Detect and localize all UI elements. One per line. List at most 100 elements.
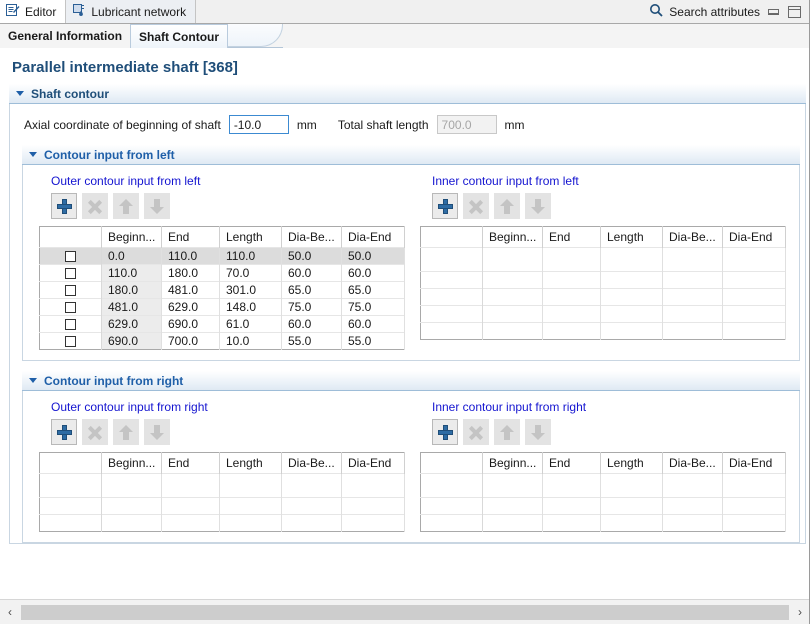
cell-end[interactable]: 180.0	[162, 265, 220, 282]
cell-length[interactable]: 301.0	[220, 282, 282, 299]
cell-empty[interactable]	[162, 515, 220, 532]
search-attributes-button[interactable]: Search attributes	[641, 0, 768, 23]
checkbox-icon[interactable]	[65, 268, 76, 279]
outer-contour-right-table[interactable]: Beginn... End Length Dia-Be... Dia-End	[39, 452, 405, 532]
cell-empty[interactable]	[543, 248, 601, 272]
cell-empty[interactable]	[723, 248, 786, 272]
cell-empty[interactable]	[723, 498, 786, 515]
cell-empty[interactable]	[543, 515, 601, 532]
cell-dia-end[interactable]: 60.0	[342, 316, 405, 333]
cell-dia-end[interactable]: 75.0	[342, 299, 405, 316]
cell-empty[interactable]	[543, 306, 601, 323]
cell-empty[interactable]	[102, 515, 162, 532]
cell-empty[interactable]	[483, 474, 543, 498]
cell-empty[interactable]	[421, 306, 483, 323]
cell-dia-end[interactable]: 65.0	[342, 282, 405, 299]
cell-empty[interactable]	[663, 515, 723, 532]
cell-empty[interactable]	[102, 498, 162, 515]
add-row-button[interactable]	[51, 193, 77, 219]
cell-length[interactable]: 110.0	[220, 248, 282, 265]
cell-empty[interactable]	[421, 474, 483, 498]
cell-dia-end[interactable]: 50.0	[342, 248, 405, 265]
column-header-end[interactable]: End	[162, 227, 220, 248]
checkbox-icon[interactable]	[65, 302, 76, 313]
cell-empty[interactable]	[663, 306, 723, 323]
scroll-left-arrow-icon[interactable]: ‹	[0, 601, 20, 623]
scrollbar-thumb[interactable]	[21, 605, 789, 620]
cell-length[interactable]: 61.0	[220, 316, 282, 333]
column-header-dia-end[interactable]: Dia-End	[342, 227, 405, 248]
column-header-dia-end[interactable]: Dia-End	[723, 227, 786, 248]
table-row-empty[interactable]	[421, 515, 786, 532]
scroll-right-arrow-icon[interactable]: ›	[790, 601, 810, 623]
table-row[interactable]: 629.0690.061.060.060.0	[40, 316, 405, 333]
column-header-beginning[interactable]: Beginn...	[102, 227, 162, 248]
cell-empty[interactable]	[663, 272, 723, 289]
checkbox-icon[interactable]	[65, 319, 76, 330]
cell-dia-end[interactable]: 55.0	[342, 333, 405, 350]
checkbox-icon[interactable]	[65, 251, 76, 262]
cell-empty[interactable]	[483, 248, 543, 272]
section-contour-right-header[interactable]: Contour input from right	[22, 371, 800, 391]
cell-empty[interactable]	[601, 272, 663, 289]
cell-empty[interactable]	[162, 474, 220, 498]
cell-empty[interactable]	[663, 474, 723, 498]
inner-contour-left-table[interactable]: Beginn... End Length Dia-Be... Dia-End	[420, 226, 786, 340]
cell-empty[interactable]	[342, 474, 405, 498]
table-row-empty[interactable]	[421, 248, 786, 272]
checkbox-icon[interactable]	[65, 285, 76, 296]
cell-empty[interactable]	[220, 474, 282, 498]
cell-empty[interactable]	[601, 289, 663, 306]
table-row-empty[interactable]	[40, 515, 405, 532]
row-checkbox-cell[interactable]	[40, 316, 102, 333]
cell-dia-beginning[interactable]: 75.0	[282, 299, 342, 316]
cell-end[interactable]: 481.0	[162, 282, 220, 299]
cell-empty[interactable]	[723, 323, 786, 340]
table-row[interactable]: 690.0700.010.055.055.0	[40, 333, 405, 350]
cell-empty[interactable]	[543, 498, 601, 515]
cell-empty[interactable]	[483, 289, 543, 306]
column-header-select[interactable]	[421, 453, 483, 474]
cell-empty[interactable]	[601, 306, 663, 323]
cell-end[interactable]: 110.0	[162, 248, 220, 265]
cell-empty[interactable]	[601, 474, 663, 498]
chevron-down-icon[interactable]	[29, 152, 37, 157]
column-header-length[interactable]: Length	[601, 227, 663, 248]
section-contour-left-header[interactable]: Contour input from left	[22, 145, 800, 165]
table-row-empty[interactable]	[421, 323, 786, 340]
cell-empty[interactable]	[543, 289, 601, 306]
cell-beginning[interactable]: 481.0	[102, 299, 162, 316]
cell-empty[interactable]	[483, 515, 543, 532]
column-header-dia-beginning[interactable]: Dia-Be...	[663, 453, 723, 474]
cell-beginning[interactable]: 110.0	[102, 265, 162, 282]
cell-empty[interactable]	[601, 498, 663, 515]
cell-empty[interactable]	[220, 515, 282, 532]
row-checkbox-cell[interactable]	[40, 265, 102, 282]
column-header-beginning[interactable]: Beginn...	[483, 227, 543, 248]
cell-empty[interactable]	[663, 498, 723, 515]
add-row-button[interactable]	[432, 193, 458, 219]
row-checkbox-cell[interactable]	[40, 248, 102, 265]
column-header-select[interactable]	[40, 453, 102, 474]
cell-dia-beginning[interactable]: 60.0	[282, 316, 342, 333]
cell-end[interactable]: 629.0	[162, 299, 220, 316]
cell-empty[interactable]	[483, 498, 543, 515]
cell-empty[interactable]	[723, 515, 786, 532]
cell-empty[interactable]	[421, 498, 483, 515]
view-tab-editor[interactable]: Editor	[0, 0, 66, 23]
cell-length[interactable]: 10.0	[220, 333, 282, 350]
cell-dia-beginning[interactable]: 65.0	[282, 282, 342, 299]
column-header-end[interactable]: End	[543, 453, 601, 474]
cell-empty[interactable]	[421, 515, 483, 532]
row-checkbox-cell[interactable]	[40, 282, 102, 299]
cell-empty[interactable]	[543, 474, 601, 498]
cell-empty[interactable]	[40, 515, 102, 532]
tab-general-information[interactable]: General Information	[0, 24, 130, 48]
column-header-length[interactable]: Length	[601, 453, 663, 474]
add-row-button[interactable]	[51, 419, 77, 445]
column-header-beginning[interactable]: Beginn...	[483, 453, 543, 474]
cell-empty[interactable]	[601, 515, 663, 532]
horizontal-scrollbar[interactable]: ‹ ›	[0, 599, 810, 624]
table-row-empty[interactable]	[421, 306, 786, 323]
column-header-select[interactable]	[421, 227, 483, 248]
